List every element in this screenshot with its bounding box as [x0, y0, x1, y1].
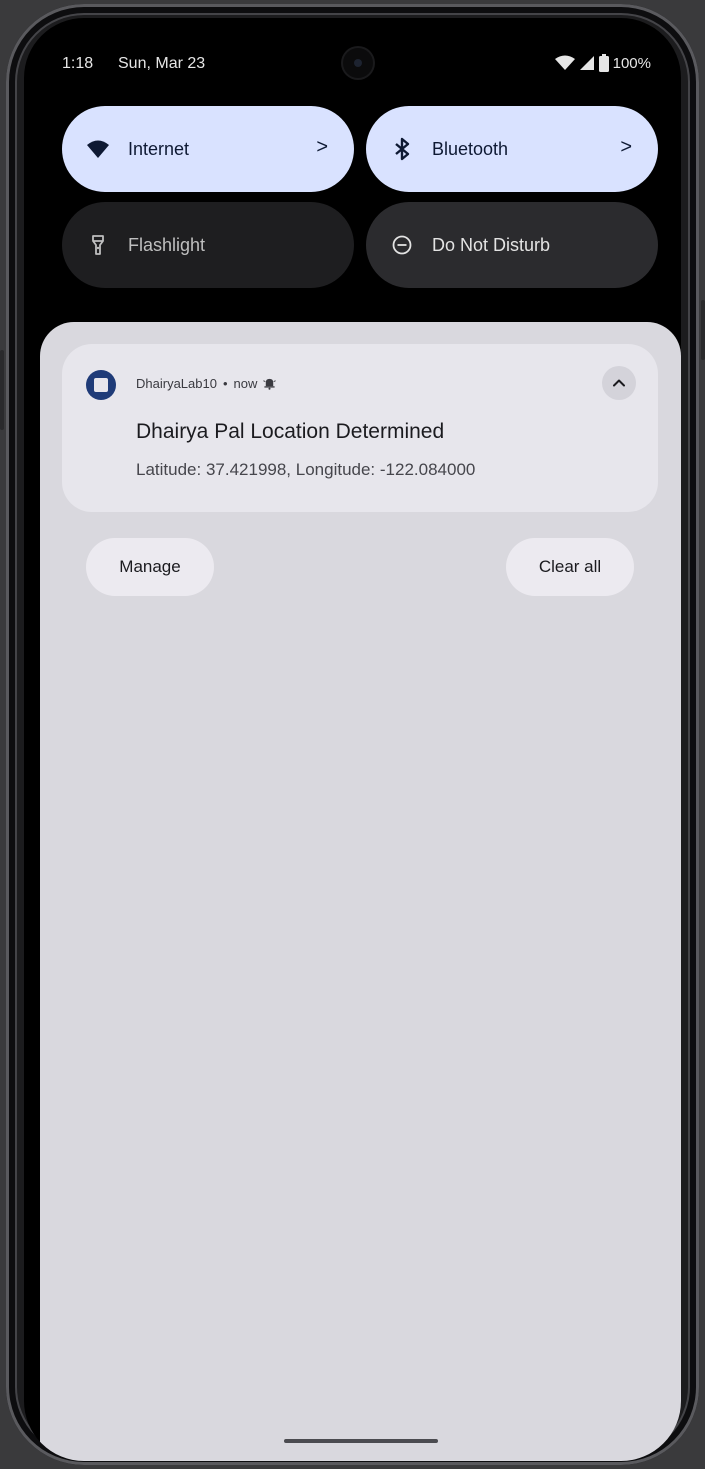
do-not-disturb-icon [392, 235, 412, 255]
alert-bell-icon [263, 378, 277, 390]
manage-button[interactable]: Manage [86, 538, 214, 596]
tile-bluetooth-label: Bluetooth [432, 139, 509, 159]
tile-do-not-disturb-label: Do Not Disturb [432, 235, 551, 255]
app-icon [86, 370, 116, 400]
chevron-up-icon [613, 379, 625, 387]
battery-icon [598, 54, 609, 72]
status-time: 1:18 [62, 55, 94, 72]
cellular-signal-icon [579, 56, 594, 70]
status-icons: 100% [554, 54, 651, 72]
power-button [0, 350, 4, 430]
volume-button [701, 300, 705, 360]
tile-flashlight[interactable]: Flashlight [62, 202, 354, 288]
clear-all-button[interactable]: Clear all [506, 538, 634, 596]
tile-internet-label: Internet [128, 139, 190, 159]
notification-title: Dhairya Pal Location Determined [136, 420, 445, 443]
flashlight-icon [92, 235, 104, 255]
tile-bluetooth[interactable]: Bluetooth > [366, 106, 658, 192]
status-date: Sun, Mar 23 [118, 55, 206, 72]
notification-card[interactable]: DhairyaLab10 • now Dhairya Pal Location … [62, 344, 658, 512]
tile-flashlight-label: Flashlight [128, 235, 206, 255]
notification-text: Latitude: 37.421998, Longitude: -122.084… [136, 460, 476, 479]
notification-shade: DhairyaLab10 • now Dhairya Pal Location … [40, 322, 681, 1461]
notification-app-name: DhairyaLab10 [136, 376, 217, 391]
tile-do-not-disturb[interactable]: Do Not Disturb [366, 202, 658, 288]
home-indicator[interactable] [284, 1439, 438, 1443]
notification-separator: • [222, 376, 228, 391]
chevron-right-icon: > [620, 136, 632, 158]
notification-time: now [233, 376, 258, 391]
wifi-icon [554, 55, 575, 70]
battery-percentage: 100% [612, 54, 651, 72]
notification-header: DhairyaLab10 • now [136, 376, 277, 391]
front-camera [343, 48, 373, 78]
tile-internet[interactable]: Internet > [62, 106, 354, 192]
wifi-icon [87, 140, 109, 158]
screen: 1:18 Sun, Mar 23 100% Internet > Bluetoo… [24, 18, 681, 1461]
collapse-notification-button[interactable] [602, 366, 636, 400]
chevron-right-icon: > [316, 136, 328, 158]
bluetooth-icon [395, 137, 410, 161]
